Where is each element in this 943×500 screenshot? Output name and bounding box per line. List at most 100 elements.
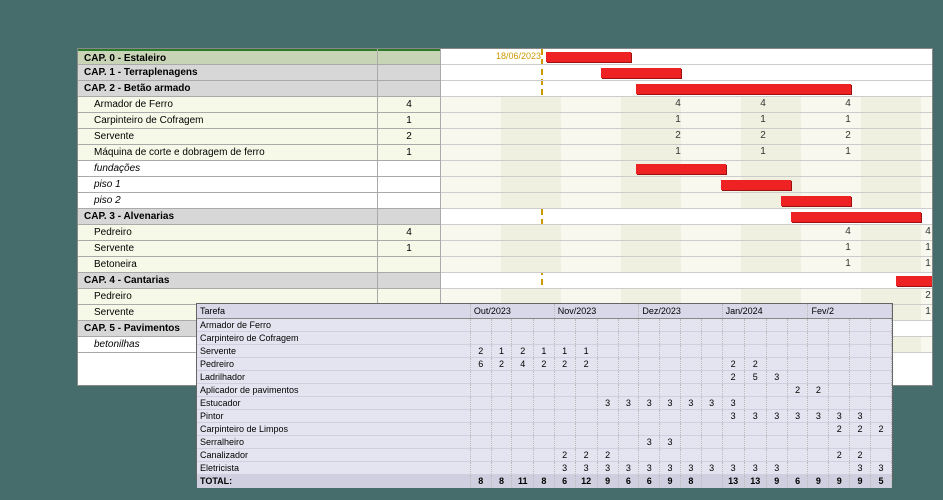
- resource-cell[interactable]: [680, 331, 701, 344]
- resource-cell[interactable]: 1: [533, 344, 554, 357]
- resource-cell[interactable]: 3: [766, 461, 787, 474]
- resource-cell[interactable]: 3: [660, 435, 681, 448]
- resource-cell[interactable]: 2: [850, 422, 871, 435]
- resource-cell[interactable]: 3: [554, 461, 575, 474]
- resource-cell[interactable]: [597, 409, 618, 422]
- resource-cell[interactable]: 6: [639, 474, 660, 487]
- resource-cell[interactable]: 2: [512, 344, 533, 357]
- resource-cell[interactable]: [491, 448, 512, 461]
- resource-cell[interactable]: [660, 422, 681, 435]
- gantt-bar[interactable]: [721, 180, 791, 190]
- resource-cell[interactable]: [597, 318, 618, 331]
- resource-cell[interactable]: [554, 383, 575, 396]
- resource-cell[interactable]: [787, 448, 808, 461]
- resource-cell[interactable]: 6: [554, 474, 575, 487]
- resource-cell[interactable]: [701, 474, 722, 487]
- resource-cell[interactable]: [787, 422, 808, 435]
- resource-cell[interactable]: 3: [808, 409, 829, 422]
- resource-cell[interactable]: 3: [870, 461, 891, 474]
- resource-cell[interactable]: [639, 383, 660, 396]
- resource-cell[interactable]: [680, 383, 701, 396]
- resource-cell[interactable]: 2: [870, 422, 891, 435]
- resource-cell[interactable]: [597, 422, 618, 435]
- resource-cell[interactable]: [680, 435, 701, 448]
- resource-cell[interactable]: [491, 370, 512, 383]
- resource-cell[interactable]: [618, 435, 639, 448]
- resource-cell[interactable]: 2: [829, 422, 850, 435]
- gantt-row-label[interactable]: CAP. 2 - Betão armado: [78, 81, 377, 97]
- resource-cell[interactable]: [512, 461, 533, 474]
- resource-cell[interactable]: [701, 409, 722, 422]
- resource-cell[interactable]: [470, 461, 491, 474]
- resource-cell[interactable]: 13: [722, 474, 744, 487]
- resource-cell[interactable]: [660, 370, 681, 383]
- resource-cell[interactable]: [597, 435, 618, 448]
- resource-cell[interactable]: 9: [766, 474, 787, 487]
- resource-cell[interactable]: [722, 318, 744, 331]
- resource-cell[interactable]: 2: [491, 357, 512, 370]
- resource-cell[interactable]: [618, 370, 639, 383]
- resource-cell[interactable]: [660, 331, 681, 344]
- gantt-bar[interactable]: [546, 52, 631, 62]
- resource-cell[interactable]: 2: [597, 448, 618, 461]
- resource-cell[interactable]: 2: [554, 448, 575, 461]
- gantt-grid-row[interactable]: [441, 49, 932, 65]
- resource-cell[interactable]: [660, 318, 681, 331]
- resource-cell[interactable]: 3: [680, 461, 701, 474]
- resource-cell[interactable]: [597, 383, 618, 396]
- resource-cell[interactable]: 6: [470, 357, 491, 370]
- resource-cell[interactable]: [491, 422, 512, 435]
- gantt-bar[interactable]: [791, 212, 921, 222]
- resource-cell[interactable]: [470, 331, 491, 344]
- gantt-row-label[interactable]: Servente: [78, 241, 377, 257]
- gantt-grid-row[interactable]: 11: [441, 257, 932, 273]
- resource-cell[interactable]: 3: [660, 396, 681, 409]
- resource-cell[interactable]: [701, 357, 722, 370]
- resource-cell[interactable]: 3: [722, 409, 744, 422]
- resource-cell[interactable]: [722, 383, 744, 396]
- resource-cell[interactable]: 1: [491, 344, 512, 357]
- resource-cell[interactable]: [533, 383, 554, 396]
- resource-cell[interactable]: [639, 448, 660, 461]
- resource-cell[interactable]: [787, 461, 808, 474]
- resource-col-month[interactable]: Dez/2023: [639, 304, 722, 318]
- resource-cell[interactable]: [533, 331, 554, 344]
- resource-cell[interactable]: [639, 422, 660, 435]
- resource-cell[interactable]: [787, 318, 808, 331]
- gantt-grid-row[interactable]: [441, 193, 932, 209]
- resource-cell[interactable]: 6: [787, 474, 808, 487]
- resource-cell[interactable]: [533, 461, 554, 474]
- resource-cell[interactable]: [829, 357, 850, 370]
- resource-cell[interactable]: [766, 357, 787, 370]
- resource-cell[interactable]: [470, 435, 491, 448]
- resource-cell[interactable]: [575, 318, 597, 331]
- resource-cell[interactable]: 2: [808, 383, 829, 396]
- resource-cell[interactable]: [870, 448, 891, 461]
- resource-cell[interactable]: [870, 357, 891, 370]
- resource-cell[interactable]: [470, 422, 491, 435]
- gantt-bar[interactable]: [636, 84, 851, 94]
- resource-cell[interactable]: [680, 318, 701, 331]
- resource-cell[interactable]: [850, 370, 871, 383]
- resource-cell[interactable]: [470, 383, 491, 396]
- gantt-grid-row[interactable]: 111: [441, 113, 932, 129]
- resource-row[interactable]: Estucador3333333: [197, 396, 892, 409]
- resource-cell[interactable]: [744, 383, 766, 396]
- resource-cell[interactable]: [680, 370, 701, 383]
- resource-cell[interactable]: [701, 435, 722, 448]
- resource-cell[interactable]: [575, 422, 597, 435]
- resource-cell[interactable]: [554, 435, 575, 448]
- resource-cell[interactable]: [660, 357, 681, 370]
- gantt-row-label[interactable]: Betoneira: [78, 257, 377, 273]
- resource-cell[interactable]: [766, 383, 787, 396]
- resource-cell[interactable]: [766, 318, 787, 331]
- resource-cell[interactable]: [660, 448, 681, 461]
- resource-cell[interactable]: [870, 370, 891, 383]
- resource-cell[interactable]: [575, 383, 597, 396]
- resource-cell[interactable]: [554, 370, 575, 383]
- resource-cell[interactable]: [554, 422, 575, 435]
- resource-cell[interactable]: [554, 318, 575, 331]
- resource-cell[interactable]: [701, 448, 722, 461]
- resource-cell[interactable]: [533, 370, 554, 383]
- resource-cell[interactable]: 2: [533, 357, 554, 370]
